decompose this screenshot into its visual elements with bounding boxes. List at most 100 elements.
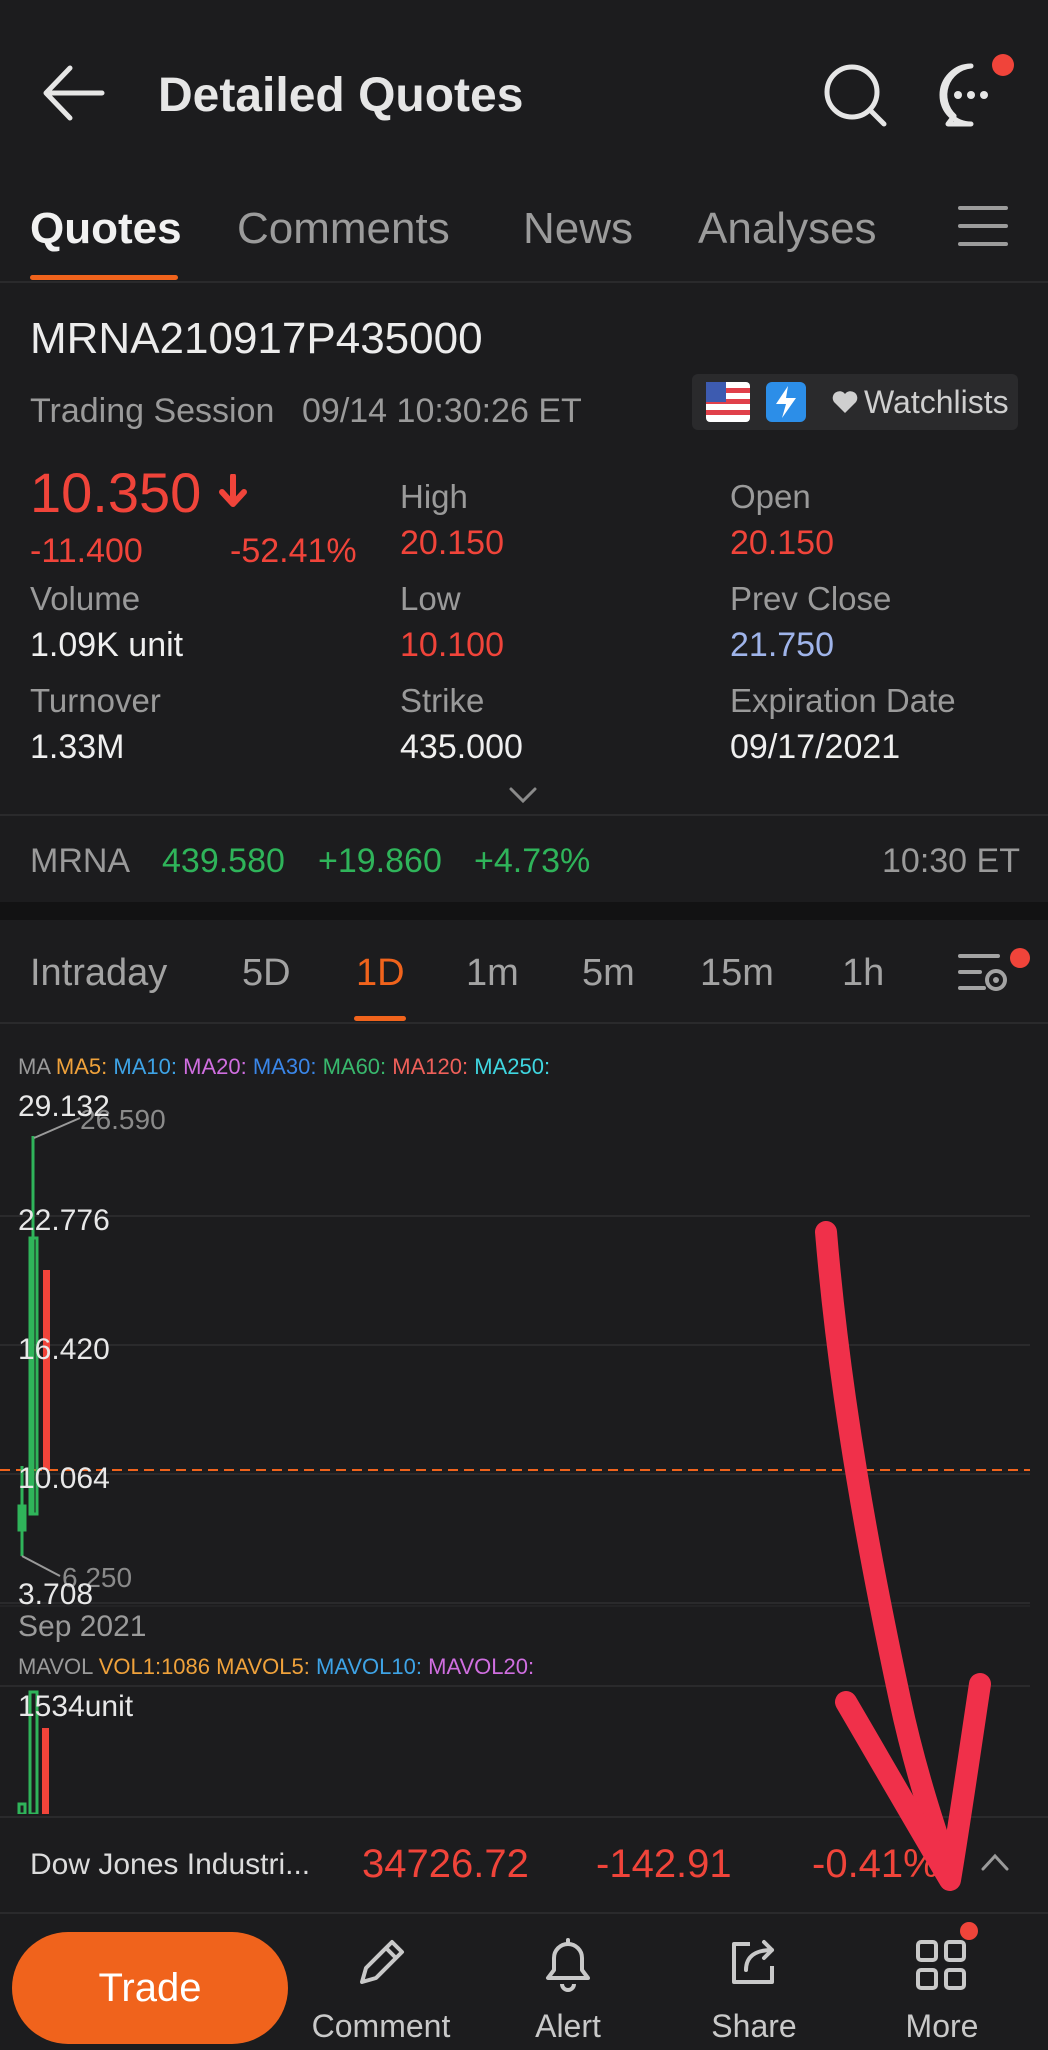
tab-underline xyxy=(30,275,178,280)
session-label: Trading Session xyxy=(30,392,275,430)
ma30-label: MA30: xyxy=(252,1054,317,1079)
candle-red-body xyxy=(43,1270,50,1470)
index-name: Dow Jones Industri... xyxy=(30,1848,311,1881)
chart-tab-underline xyxy=(354,1016,406,1021)
turnover-value: 1.33M xyxy=(30,728,125,766)
x-axis-label: Sep 2021 xyxy=(18,1610,147,1643)
prev-close-label: Prev Close xyxy=(730,580,892,617)
mavol20-label: MAVOL20: xyxy=(428,1654,535,1679)
back-arrow-icon[interactable] xyxy=(40,60,106,126)
ma10-label: MA10: xyxy=(113,1054,177,1079)
menu-icon[interactable] xyxy=(958,204,1008,248)
high-label: High xyxy=(400,478,468,515)
alert-button[interactable]: Alert xyxy=(498,2008,638,2045)
more-notification-dot xyxy=(960,1922,978,1940)
index-change-pct: -0.41% xyxy=(812,1842,939,1886)
mavol-prefix: MAVOL xyxy=(18,1654,93,1679)
price-change: -11.400 xyxy=(30,532,143,570)
chart-tab-5m[interactable]: 5m xyxy=(582,952,635,995)
option-symbol: MRNA210917P435000 xyxy=(30,314,483,363)
bell-icon[interactable] xyxy=(540,1934,596,1994)
trade-button[interactable]: Trade xyxy=(12,1932,288,2044)
tab-quotes[interactable]: Quotes xyxy=(30,204,182,254)
tabs-divider xyxy=(0,281,1048,283)
stats-divider xyxy=(0,814,1048,816)
chart-tab-5d[interactable]: 5D xyxy=(242,952,291,995)
volume-value: 1.09K unit xyxy=(30,626,184,664)
down-arrow-icon xyxy=(218,474,248,508)
prev-close-value: 21.750 xyxy=(730,626,834,664)
tab-news[interactable]: News xyxy=(523,204,633,254)
mavol10-label: MAVOL10: xyxy=(316,1654,422,1679)
volume-legend: MAVOL VOL1:1086 MAVOL5: MAVOL10: MAVOL20… xyxy=(18,1654,534,1680)
price-change-pct: -52.41% xyxy=(230,532,357,570)
mavol5-label: MAVOL5: xyxy=(216,1654,310,1679)
chart-tab-intraday[interactable]: Intraday xyxy=(30,952,167,995)
chevron-up-icon[interactable] xyxy=(980,1852,1010,1872)
chart-settings-icon[interactable] xyxy=(958,950,1010,996)
ma-prefix: MA xyxy=(18,1054,50,1079)
volume-bar-small xyxy=(17,1802,27,1814)
settings-notification-dot xyxy=(1010,948,1030,968)
y-tick-label: 16.420 xyxy=(18,1333,110,1366)
ma5-label: MA5: xyxy=(55,1054,108,1079)
chart-tab-1m[interactable]: 1m xyxy=(466,952,519,995)
y-tick-label: 29.132 xyxy=(18,1090,110,1123)
volume-bar-red xyxy=(42,1728,49,1814)
low-label: Low xyxy=(400,580,461,617)
search-icon[interactable] xyxy=(822,62,888,128)
pencil-icon[interactable] xyxy=(354,1936,408,1990)
grid-more-icon[interactable] xyxy=(914,1938,968,1992)
strike-label: Strike xyxy=(400,682,485,719)
volume-max-label: 1534unit xyxy=(18,1690,134,1723)
ma120-label: MA120: xyxy=(392,1054,469,1079)
tab-comments[interactable]: Comments xyxy=(237,204,450,254)
index-change: -142.91 xyxy=(596,1842,732,1886)
chart-tabs-divider xyxy=(0,1022,1048,1024)
volume-chart[interactable] xyxy=(0,1684,1048,1814)
strike-value: 435.000 xyxy=(400,728,523,766)
open-label: Open xyxy=(730,478,811,515)
chart-tab-1d[interactable]: 1D xyxy=(356,952,405,995)
us-flag-icon xyxy=(706,382,750,422)
high-value: 20.150 xyxy=(400,524,504,562)
volume-label: Volume xyxy=(30,580,141,617)
tab-analyses[interactable]: Analyses xyxy=(698,204,877,254)
expiration-label: Expiration Date xyxy=(730,682,956,719)
y-tick-label: 22.776 xyxy=(18,1204,110,1237)
ma20-label: MA20: xyxy=(183,1054,247,1079)
turnover-label: Turnover xyxy=(30,682,161,719)
notification-dot xyxy=(992,54,1014,76)
low-value: 10.100 xyxy=(400,626,504,664)
heart-icon[interactable] xyxy=(832,390,858,414)
underlying-symbol[interactable]: MRNA xyxy=(30,842,130,881)
section-separator xyxy=(0,902,1048,920)
expiration-value: 09/17/2021 xyxy=(730,728,901,766)
session-time: 09/14 10:30:26 ET xyxy=(302,392,582,430)
watchlists-button[interactable]: Watchlists xyxy=(864,384,1009,421)
vol1-label: VOL1:1086 xyxy=(98,1654,211,1679)
chart-tab-1h[interactable]: 1h xyxy=(842,952,884,995)
expand-chevron-icon[interactable] xyxy=(508,786,538,804)
underlying-price: 439.580 xyxy=(162,842,285,880)
price-chart[interactable] xyxy=(0,1086,1048,1626)
y-tick-label: 10.064 xyxy=(18,1462,110,1495)
ma-legend: MA MA5: MA10: MA20: MA30: MA60: MA120: M… xyxy=(18,1054,550,1080)
share-button[interactable]: Share xyxy=(684,2008,824,2045)
open-value: 20.150 xyxy=(730,524,834,562)
y-tick-label: 3.708 xyxy=(18,1578,94,1611)
comment-button[interactable]: Comment xyxy=(296,2008,466,2045)
page-title: Detailed Quotes xyxy=(158,69,524,122)
ma250-label: MA250: xyxy=(474,1054,551,1079)
underlying-time: 10:30 ET xyxy=(882,842,1020,880)
ma60-label: MA60: xyxy=(322,1054,387,1079)
lightning-icon xyxy=(766,382,806,422)
more-button[interactable]: More xyxy=(872,2008,1012,2045)
underlying-change: +19.860 xyxy=(318,842,442,880)
last-price: 10.350 xyxy=(30,461,202,524)
underlying-change-pct: +4.73% xyxy=(474,842,591,880)
index-value: 34726.72 xyxy=(362,1842,529,1886)
share-icon[interactable] xyxy=(726,1934,782,1990)
low-marker-leader xyxy=(21,1555,61,1577)
chart-tab-15m[interactable]: 15m xyxy=(700,952,774,995)
